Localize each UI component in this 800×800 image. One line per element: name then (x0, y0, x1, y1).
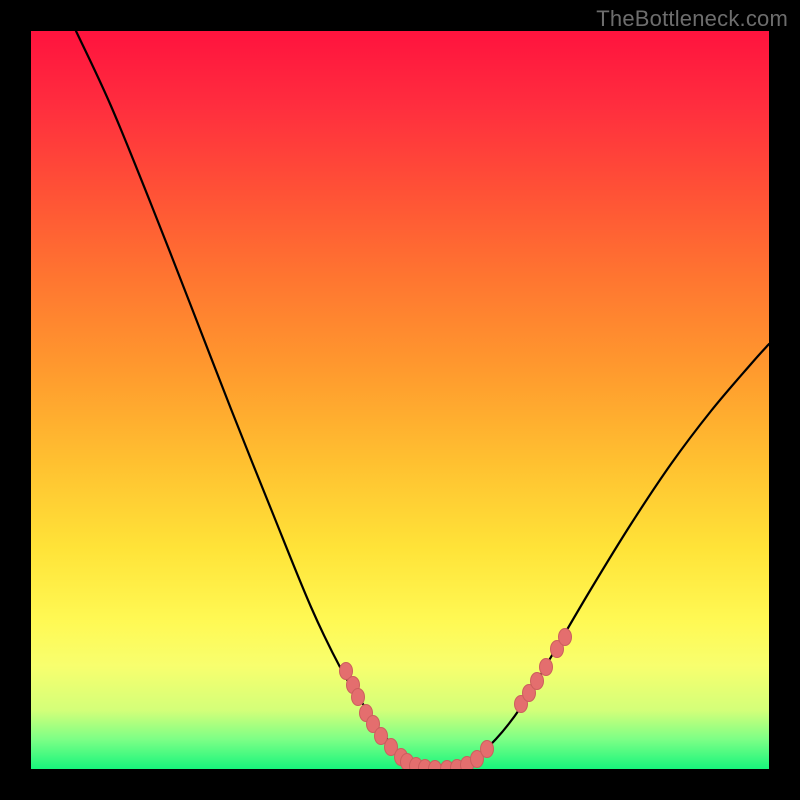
watermark-text: TheBottleneck.com (596, 6, 788, 32)
plot-area (31, 31, 769, 769)
chart-svg (31, 31, 769, 769)
marker-dot (429, 761, 442, 770)
marker-dot (481, 741, 494, 758)
marker-dot (559, 629, 572, 646)
marker-dot (531, 673, 544, 690)
marker-group (340, 629, 572, 770)
marker-dot (540, 659, 553, 676)
marker-dot (352, 689, 365, 706)
bottleneck-curve (76, 31, 769, 769)
